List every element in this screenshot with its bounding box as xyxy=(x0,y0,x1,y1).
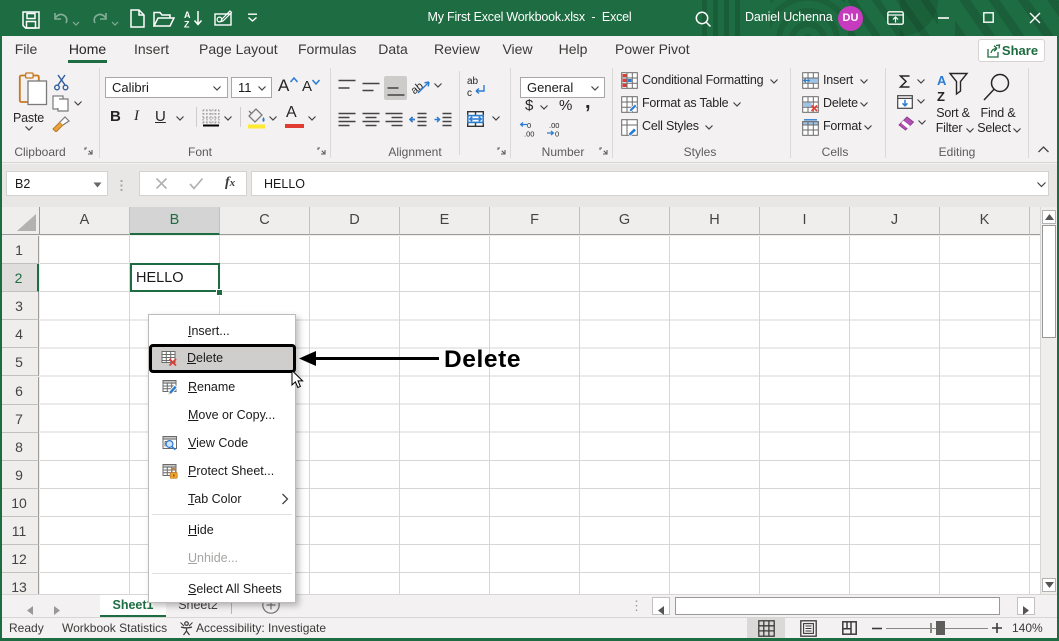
svg-text:Z: Z xyxy=(937,89,945,104)
svg-text:ab: ab xyxy=(467,76,479,87)
svg-text:c: c xyxy=(467,88,472,99)
svg-text:A: A xyxy=(937,73,947,88)
svg-text:ab: ab xyxy=(411,80,426,97)
svg-text:.00: .00 xyxy=(524,130,534,139)
svg-text:0: 0 xyxy=(555,130,559,139)
